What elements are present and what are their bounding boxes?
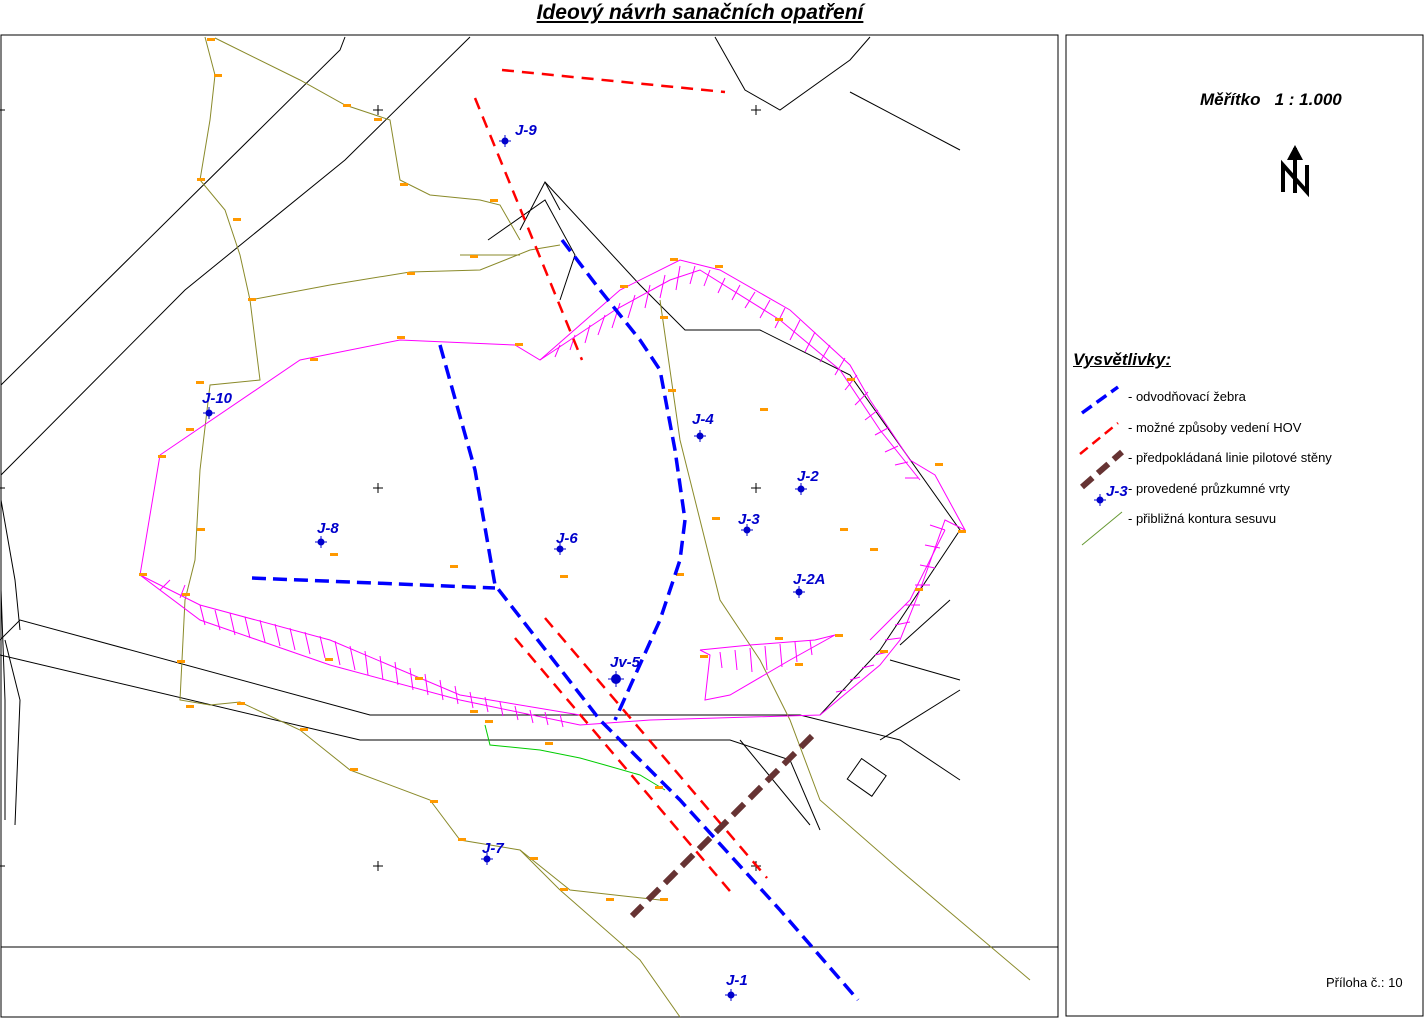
- north-arrow-icon: [1281, 145, 1309, 198]
- survey-points: [139, 38, 966, 901]
- legend-symbol-pile-wall: [1080, 449, 1124, 490]
- well-j4: J-4: [692, 411, 714, 442]
- attachment-number: Příloha č.: 10: [1326, 975, 1403, 990]
- legend-item-label: - provedené průzkumné vrty: [1128, 481, 1290, 496]
- well-label: Jv-5: [610, 654, 641, 671]
- well-j7: J-7: [481, 840, 504, 865]
- legend-item-label: - možné způsoby vedení HOV: [1128, 420, 1302, 435]
- legend-symbols: J-3: [1079, 385, 1128, 546]
- well-label: J-4: [692, 411, 714, 428]
- well-j9: J-9: [499, 122, 537, 147]
- cadastral-lines: [0, 36, 961, 831]
- well-j10: J-10: [202, 390, 233, 419]
- legend-item-label: - přibližná kontura sesuvu: [1128, 511, 1276, 526]
- drainage-ribs: [251, 238, 860, 1002]
- well-label: J-9: [515, 122, 537, 139]
- well-j2a: J-2A: [793, 571, 826, 598]
- map-lower-frame: [0, 946, 1059, 1018]
- approx-landslide-contour: [179, 36, 1031, 1018]
- well-label: J-1: [726, 972, 748, 989]
- well-label: J-2: [797, 468, 819, 485]
- map-canvas: J-9 J-10 J-4 J-2 J-3 J-8 J-6 J-2A Jv-5 J…: [0, 34, 1424, 1018]
- well-label: J-10: [202, 390, 233, 407]
- well-j1: J-1: [725, 972, 748, 1001]
- legend-symbol-drain: [1080, 385, 1120, 415]
- legend-item-label: - odvodňovací žebra: [1128, 389, 1247, 404]
- well-j3: J-3: [738, 511, 760, 536]
- grid-crosses: [0, 105, 761, 871]
- well-j2: J-2: [795, 468, 819, 495]
- hov-routes: [473, 68, 768, 898]
- map-scale: Měřítko 1 : 1.000: [1200, 90, 1342, 109]
- well-label: J-7: [482, 840, 504, 857]
- well-label: J-8: [317, 520, 339, 537]
- well-jv5: Jv-5: [608, 654, 641, 687]
- wells: J-9 J-10 J-4 J-2 J-3 J-8 J-6 J-2A Jv-5 J…: [202, 122, 826, 1001]
- legend-symbol-well: J-3: [1094, 483, 1128, 506]
- well-j8: J-8: [315, 520, 339, 548]
- well-label: J-6: [556, 530, 578, 547]
- legend-well-label: J-3: [1106, 483, 1128, 500]
- well-label: J-2A: [793, 571, 826, 588]
- pile-wall-line: [629, 733, 815, 919]
- map-frame: [0, 34, 1059, 948]
- legend-item-label: - předpokládaná linie pilotové stěny: [1128, 450, 1332, 465]
- landslide-boundary: [139, 259, 967, 726]
- well-label: J-3: [738, 511, 760, 528]
- well-j6: J-6: [554, 530, 578, 555]
- legend-symbol-contour: [1081, 511, 1123, 546]
- legend-symbol-hov: [1079, 422, 1119, 455]
- legend-title: Vysvětlivky:: [1073, 350, 1171, 369]
